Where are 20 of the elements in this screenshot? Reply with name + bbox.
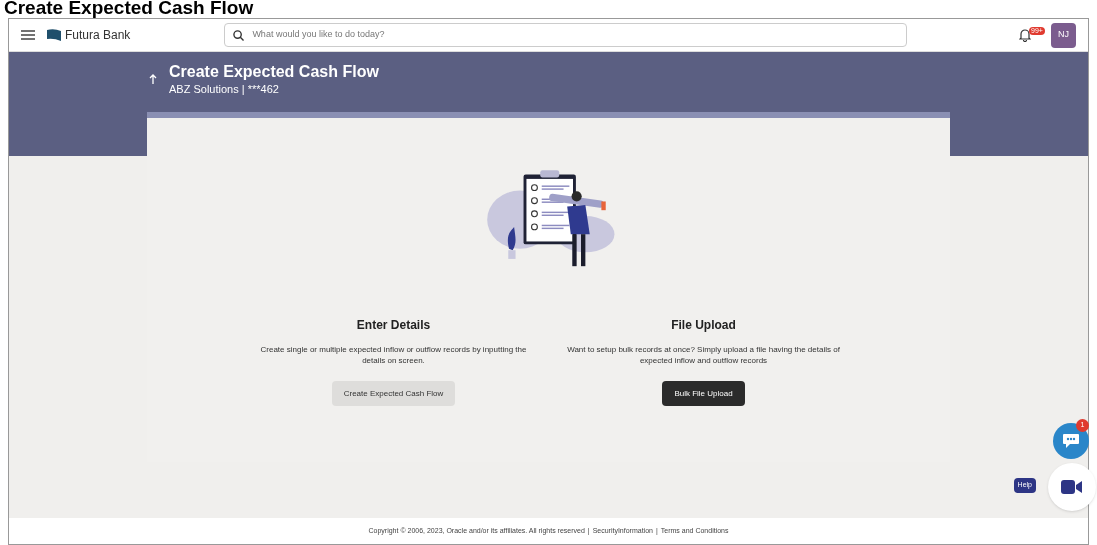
back-arrow-icon[interactable] xyxy=(149,74,157,84)
option-description: Create single or multiple expected inflow or outflow records by inputting the details on screen. xyxy=(259,344,528,366)
search-input[interactable]: What would you like to do today? xyxy=(252,28,899,42)
search-field[interactable]: What would you like to do today? xyxy=(224,23,908,47)
option-title: File Upload xyxy=(671,317,736,334)
option-title: Enter Details xyxy=(356,317,431,334)
action-button[interactable]: Bulk File Upload xyxy=(662,381,745,406)
search-icon xyxy=(233,29,245,41)
logo-icon xyxy=(47,29,61,41)
document-title: Create Expected Cash Flow xyxy=(3,0,255,18)
option-description: Want to setup bulk records at once? Simply upload a file having the details of expected inflow and outflow records xyxy=(566,344,841,366)
chat-bubble-icon xyxy=(1062,433,1080,449)
action-button[interactable]: Create Expected Cash Flow xyxy=(331,381,456,406)
brand-name[interactable]: Futura Bank xyxy=(65,26,131,44)
menu-icon[interactable] xyxy=(21,30,35,40)
page-subtitle: ABZ Solutions | ***462 xyxy=(169,82,280,96)
user-avatar[interactable]: NJ xyxy=(1051,22,1076,48)
page-title: Create Expected Cash Flow xyxy=(169,62,379,82)
video-camera-icon xyxy=(1061,480,1083,494)
bell-icon[interactable] xyxy=(1019,28,1031,42)
